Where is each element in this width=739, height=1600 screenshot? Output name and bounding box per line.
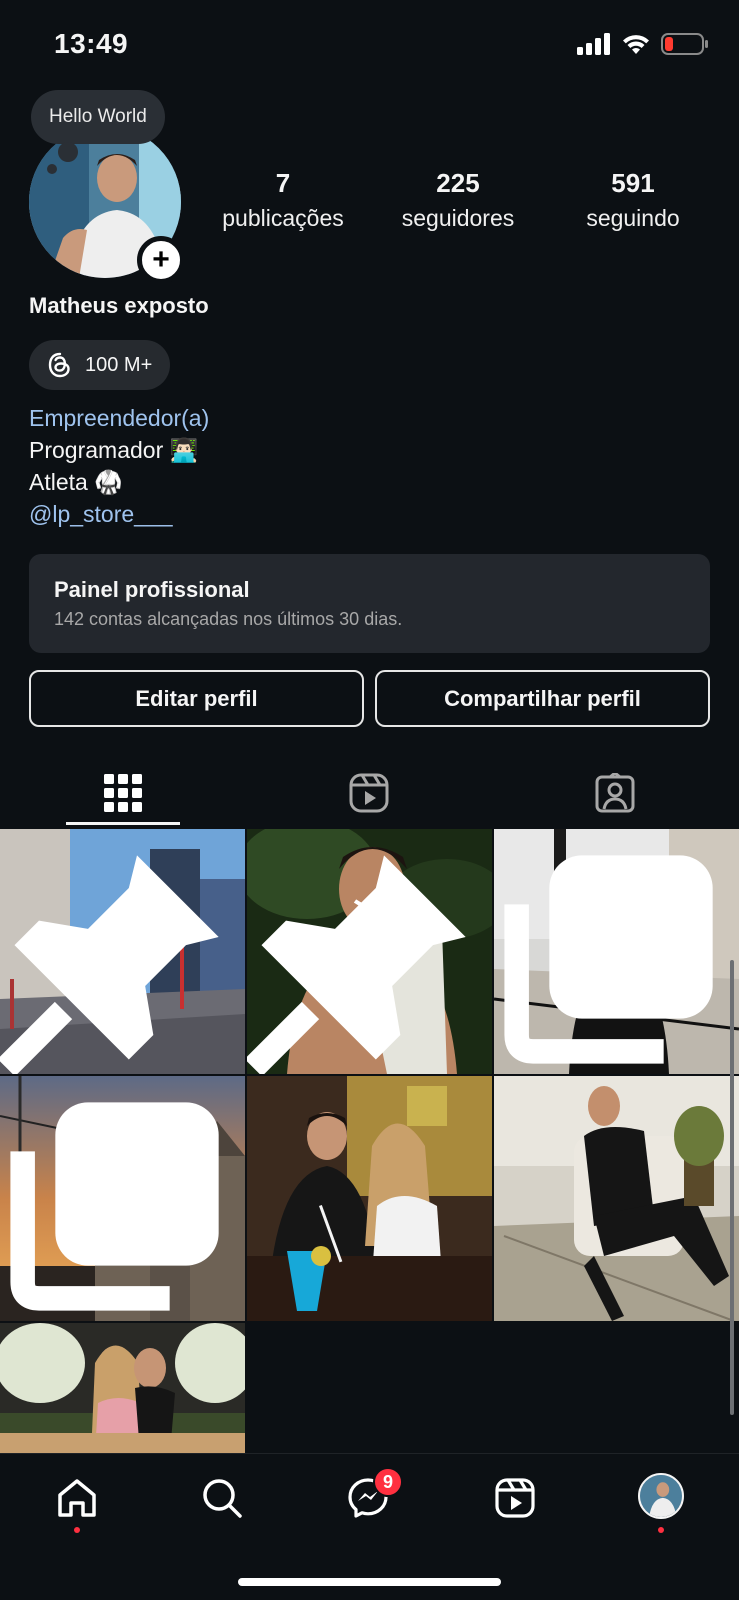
pin-icon <box>0 855 219 1074</box>
status-icons <box>577 32 709 56</box>
wifi-icon <box>623 35 649 54</box>
professional-dashboard-title: Painel profissional <box>54 577 250 602</box>
messages-badge: 9 <box>373 1467 403 1497</box>
post-thumbnail[interactable] <box>0 829 245 1074</box>
threads-badge[interactable]: 100 M+ <box>29 340 171 390</box>
stat-followers[interactable]: 225 seguidores <box>378 168 538 232</box>
tagged-icon <box>595 773 635 813</box>
profile-note-bubble[interactable]: Hello World <box>31 90 165 144</box>
stat-followers-value: 225 <box>436 168 480 198</box>
reels-icon <box>495 1478 535 1518</box>
status-time: 13:49 <box>54 28 129 59</box>
posts-grid <box>0 829 739 1453</box>
search-icon <box>203 1479 242 1518</box>
nav-reels[interactable] <box>485 1468 545 1528</box>
nav-profile-photo <box>640 1475 682 1517</box>
profile-tabs <box>0 758 739 828</box>
stat-posts[interactable]: 7 publicações <box>203 168 363 232</box>
post-thumbnail[interactable] <box>494 829 739 1074</box>
reels-icon <box>349 773 389 813</box>
nav-profile-avatar[interactable] <box>638 1473 684 1519</box>
add-story-button[interactable]: + <box>137 236 185 284</box>
stat-following-label: seguindo <box>586 205 680 231</box>
carousel-icon <box>504 855 713 1064</box>
tab-tagged[interactable] <box>492 758 738 828</box>
post-image-couple-restaurant <box>247 1076 492 1321</box>
pin-icon <box>247 855 466 1074</box>
home-indicator[interactable] <box>238 1578 501 1586</box>
battery-low-icon <box>661 33 708 55</box>
edit-profile-button[interactable]: Editar perfil <box>29 670 364 727</box>
note-bubble-tail <box>58 142 78 162</box>
bio-line-programmer: Programador 👨🏻‍💻 <box>29 437 199 463</box>
bio-mention-link[interactable]: @lp_store___ <box>29 498 209 530</box>
post-thumbnail[interactable] <box>247 1076 492 1321</box>
post-thumbnail[interactable] <box>0 1076 245 1321</box>
scrollbar-thumb[interactable] <box>730 960 734 1415</box>
threads-icon <box>48 352 70 378</box>
stat-following-value: 591 <box>611 168 655 198</box>
post-thumbnail[interactable] <box>494 1076 739 1321</box>
post-thumbnail[interactable] <box>0 1323 245 1453</box>
profile-note-text: Hello World <box>49 106 147 127</box>
share-profile-button[interactable]: Compartilhar perfil <box>375 670 710 727</box>
bio-line-athlete: Atleta 🥋 <box>29 469 123 495</box>
grid-icon <box>104 774 142 812</box>
nav-profile-indicator-dot <box>658 1527 664 1533</box>
stat-posts-value: 7 <box>275 168 291 198</box>
stat-following[interactable]: 591 seguindo <box>553 168 713 232</box>
note-bubble-tail-small <box>47 164 57 174</box>
post-thumbnail[interactable] <box>247 829 492 1074</box>
tab-reels[interactable] <box>246 758 492 828</box>
nav-search[interactable] <box>192 1468 252 1528</box>
nav-home-indicator-dot <box>74 1527 80 1533</box>
threads-count: 100 M+ <box>85 353 153 376</box>
bio-category[interactable]: Empreendedor(a) <box>29 402 209 434</box>
stat-posts-label: publicações <box>222 205 344 231</box>
carousel-icon <box>10 1102 219 1311</box>
active-tab-indicator <box>66 822 180 825</box>
stat-followers-label: seguidores <box>401 205 515 231</box>
post-image-wedding-couple <box>0 1323 245 1453</box>
post-image-armchair-portrait <box>494 1076 739 1321</box>
status-bar: 13:49 <box>0 0 739 90</box>
professional-dashboard-card[interactable]: Painel profissional 142 contas alcançada… <box>29 554 710 653</box>
profile-bio: Empreendedor(a) Programador 👨🏻‍💻 Atleta … <box>29 402 209 530</box>
nav-home[interactable] <box>47 1468 107 1528</box>
professional-dashboard-subtitle: 142 contas alcançadas nos últimos 30 dia… <box>54 609 403 629</box>
home-icon <box>58 1479 96 1517</box>
tab-posts-grid[interactable] <box>0 758 246 828</box>
profile-name: Matheus exposto <box>29 293 209 318</box>
cellular-signal-icon <box>577 33 610 55</box>
